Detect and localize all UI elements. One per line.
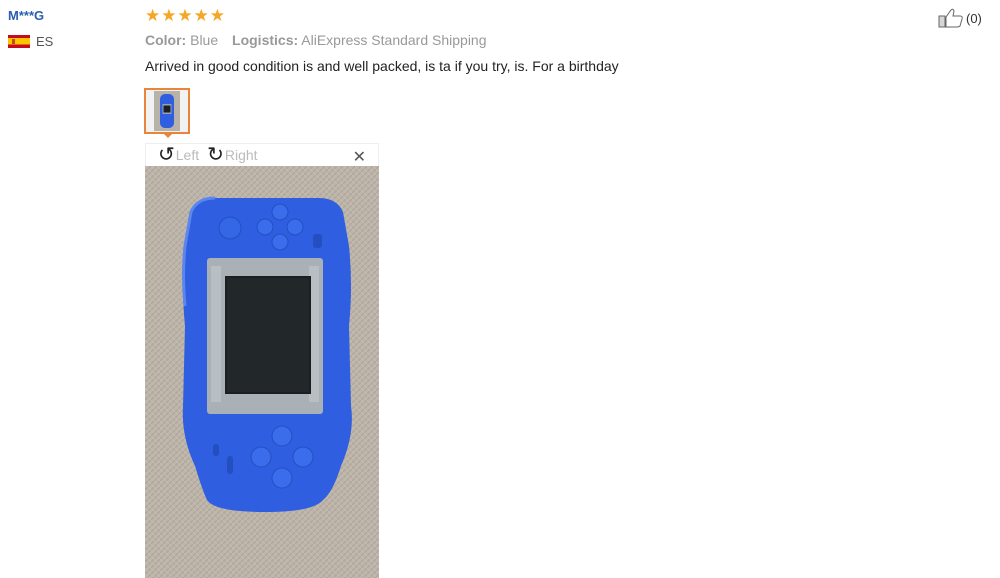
rotate-left-icon: ↺ bbox=[158, 144, 175, 166]
photo-thumbnail[interactable] bbox=[144, 88, 190, 134]
star-icon: ★ bbox=[193, 6, 209, 25]
rotate-right-label: Right bbox=[224, 147, 258, 163]
thumbs-up-icon bbox=[938, 8, 963, 28]
star-icon: ★ bbox=[177, 6, 193, 25]
photo-viewer: ↺ Left ↻ Right ✕ bbox=[145, 143, 379, 578]
rotate-right-icon: ↻ bbox=[207, 144, 224, 166]
reviewer-country: ES bbox=[8, 34, 128, 49]
thumbnail-selected-arrow bbox=[162, 132, 174, 138]
review-photo bbox=[145, 166, 379, 578]
like-button[interactable]: (0) bbox=[938, 8, 982, 28]
reviewer-info: M***G ES bbox=[8, 8, 128, 49]
order-attributes: Color: Blue Logistics: AliExpress Standa… bbox=[145, 30, 905, 50]
color-label: Color: bbox=[145, 32, 187, 48]
star-icon: ★ bbox=[145, 6, 161, 25]
feedback-text: Arrived in good condition is and well pa… bbox=[145, 58, 619, 74]
reviewer-name: M***G bbox=[8, 8, 45, 23]
rotate-left-button[interactable]: ↺ Left bbox=[158, 145, 199, 165]
viewer-toolbar: ↺ Left ↻ Right ✕ bbox=[145, 143, 379, 166]
rotate-left-label: Left bbox=[175, 147, 200, 163]
star-icon: ★ bbox=[209, 6, 225, 25]
logistics-label: Logistics: bbox=[232, 32, 299, 48]
review-body: ★ ★ ★ ★ ★ Color: Blue Logistics: AliExpr… bbox=[145, 7, 905, 76]
logistics-value: AliExpress Standard Shipping bbox=[301, 32, 487, 48]
star-icon: ★ bbox=[161, 6, 177, 25]
color-value: Blue bbox=[190, 32, 219, 48]
star-rating: ★ ★ ★ ★ ★ bbox=[145, 7, 905, 25]
spain-flag-icon bbox=[8, 35, 30, 48]
rotate-right-button[interactable]: ↻ Right bbox=[207, 145, 257, 165]
thumbnail-image bbox=[154, 91, 180, 131]
photo-thumbnail-list bbox=[144, 88, 190, 138]
like-count: (0) bbox=[966, 10, 982, 26]
close-icon[interactable]: ✕ bbox=[353, 147, 366, 167]
country-code: ES bbox=[36, 34, 54, 49]
